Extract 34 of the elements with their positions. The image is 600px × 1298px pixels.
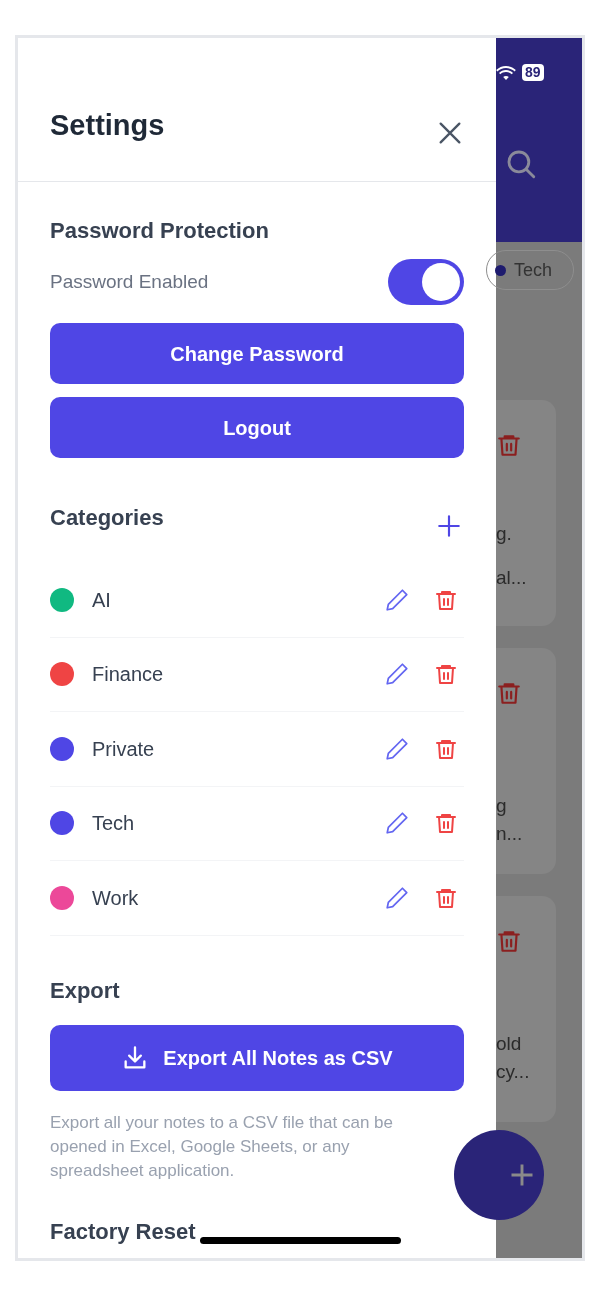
edit-icon[interactable] (384, 586, 410, 613)
category-name: AI (92, 587, 112, 613)
note-text: g (496, 794, 508, 818)
add-icon[interactable] (436, 513, 462, 539)
category-name: Tech (92, 811, 136, 837)
drawer-title: Settings (50, 107, 165, 143)
section-heading: Categories (50, 503, 164, 532)
note-text: n... (496, 822, 524, 846)
edit-icon[interactable] (384, 884, 410, 911)
edit-icon[interactable] (384, 735, 410, 762)
note-text: g. (496, 522, 513, 546)
section-heading: Factory Reset (50, 1218, 196, 1245)
toggle-label: Password Enabled (50, 269, 209, 294)
export-description: Export all your notes to a CSV file that can be opened in Excel, Google Sheets, or any spreadsheet application. (50, 1111, 395, 1182)
delete-icon[interactable] (434, 662, 458, 687)
delete-icon[interactable] (434, 811, 458, 836)
section-heading: Password Protection (50, 217, 270, 245)
note-text: cy... (496, 1060, 531, 1084)
note-text: al... (496, 566, 528, 590)
password-toggle[interactable] (388, 259, 464, 305)
change-password-button[interactable]: Change Password (50, 323, 464, 384)
edit-icon[interactable] (384, 661, 410, 688)
category-name: Work (92, 885, 140, 911)
export-button[interactable]: Export All Notes as CSV (50, 1024, 464, 1091)
category-name: Finance (92, 662, 165, 688)
edit-icon[interactable] (384, 810, 410, 837)
category-name: Private (92, 736, 156, 762)
note-text: old (496, 1032, 523, 1056)
section-heading: Export (50, 976, 121, 1005)
note-card[interactable]: g n... (496, 648, 556, 874)
battery-level: 89 (522, 64, 544, 81)
note-card[interactable]: old cy... (496, 896, 556, 1122)
logout-button[interactable]: Logout (50, 397, 464, 458)
note-card[interactable]: g. al... (496, 400, 556, 626)
